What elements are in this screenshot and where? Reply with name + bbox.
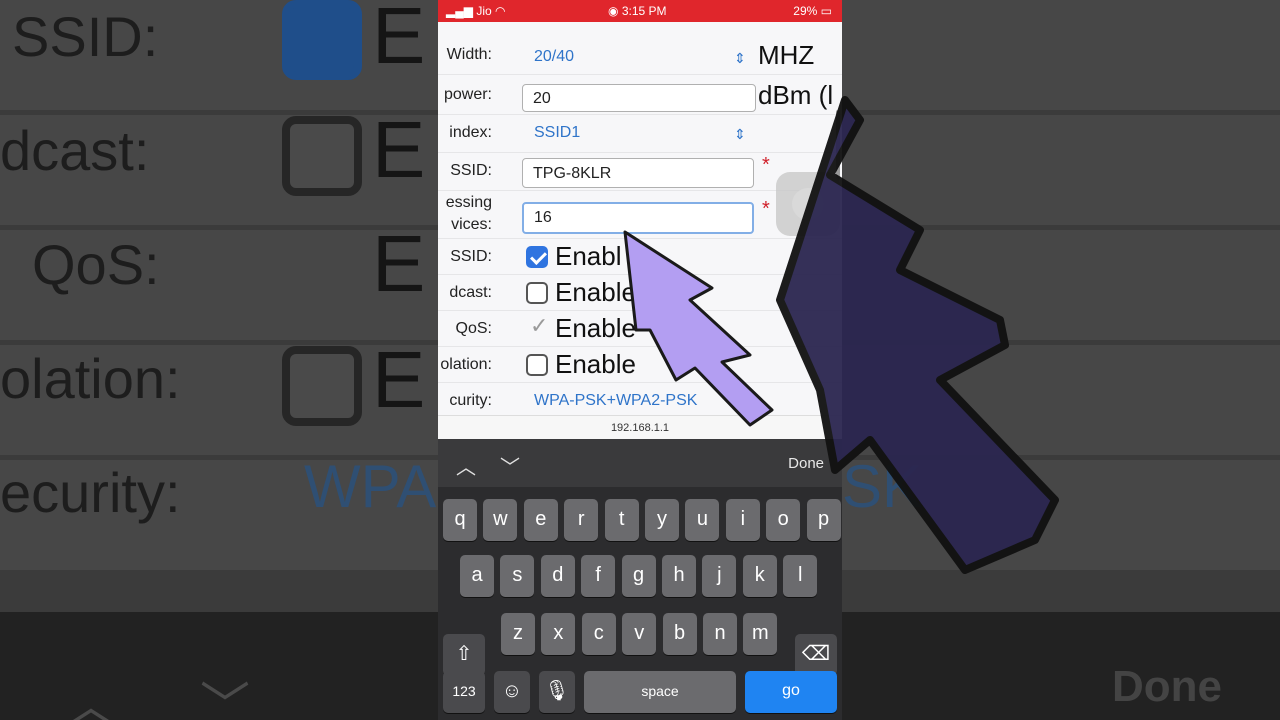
big-background-arrow-icon [776, 96, 1059, 574]
arrow-icon [623, 230, 774, 427]
pointer-arrows [623, 96, 1059, 574]
